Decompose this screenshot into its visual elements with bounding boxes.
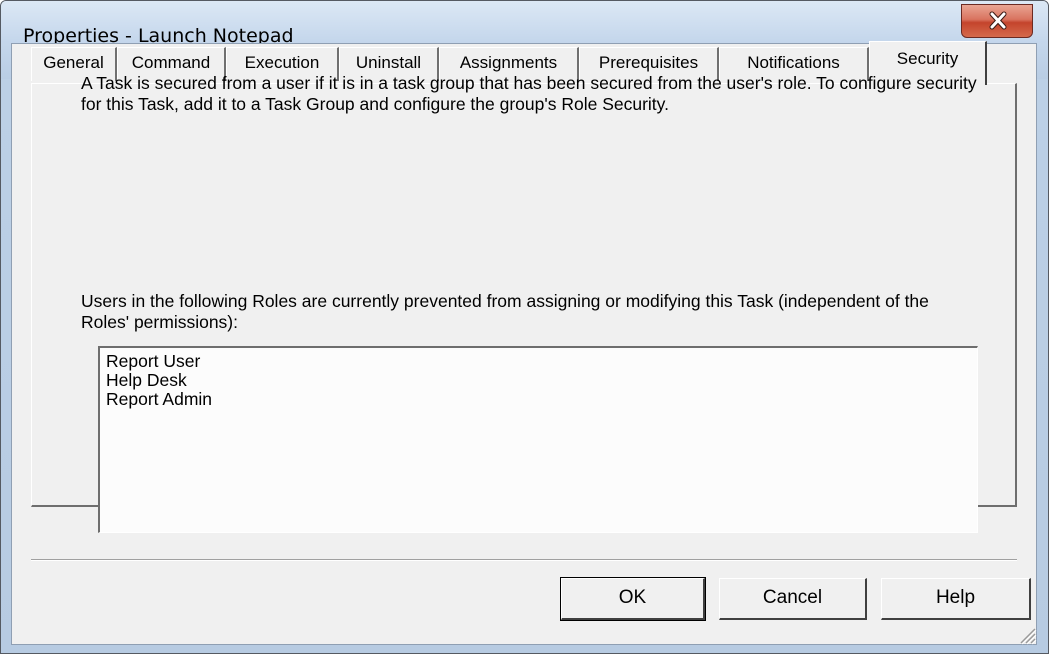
divider [31,559,1017,561]
cancel-button[interactable]: Cancel [719,578,867,620]
list-item[interactable]: Report Admin [106,390,977,409]
security-description: A Task is secured from a user if it is i… [81,73,977,114]
dialog-window: Properties - Launch Notepad General Comm… [0,0,1049,654]
ok-button[interactable]: OK [560,577,706,621]
help-button[interactable]: Help [881,578,1031,620]
list-item[interactable]: Report User [106,352,977,371]
roles-intro-text: Users in the following Roles are current… [81,291,929,332]
resize-grip-icon[interactable] [1015,623,1037,645]
close-button[interactable] [961,4,1033,38]
close-icon [989,11,1007,30]
list-item[interactable]: Help Desk [106,371,977,390]
restricted-roles-list[interactable]: Report User Help Desk Report Admin [98,346,978,533]
